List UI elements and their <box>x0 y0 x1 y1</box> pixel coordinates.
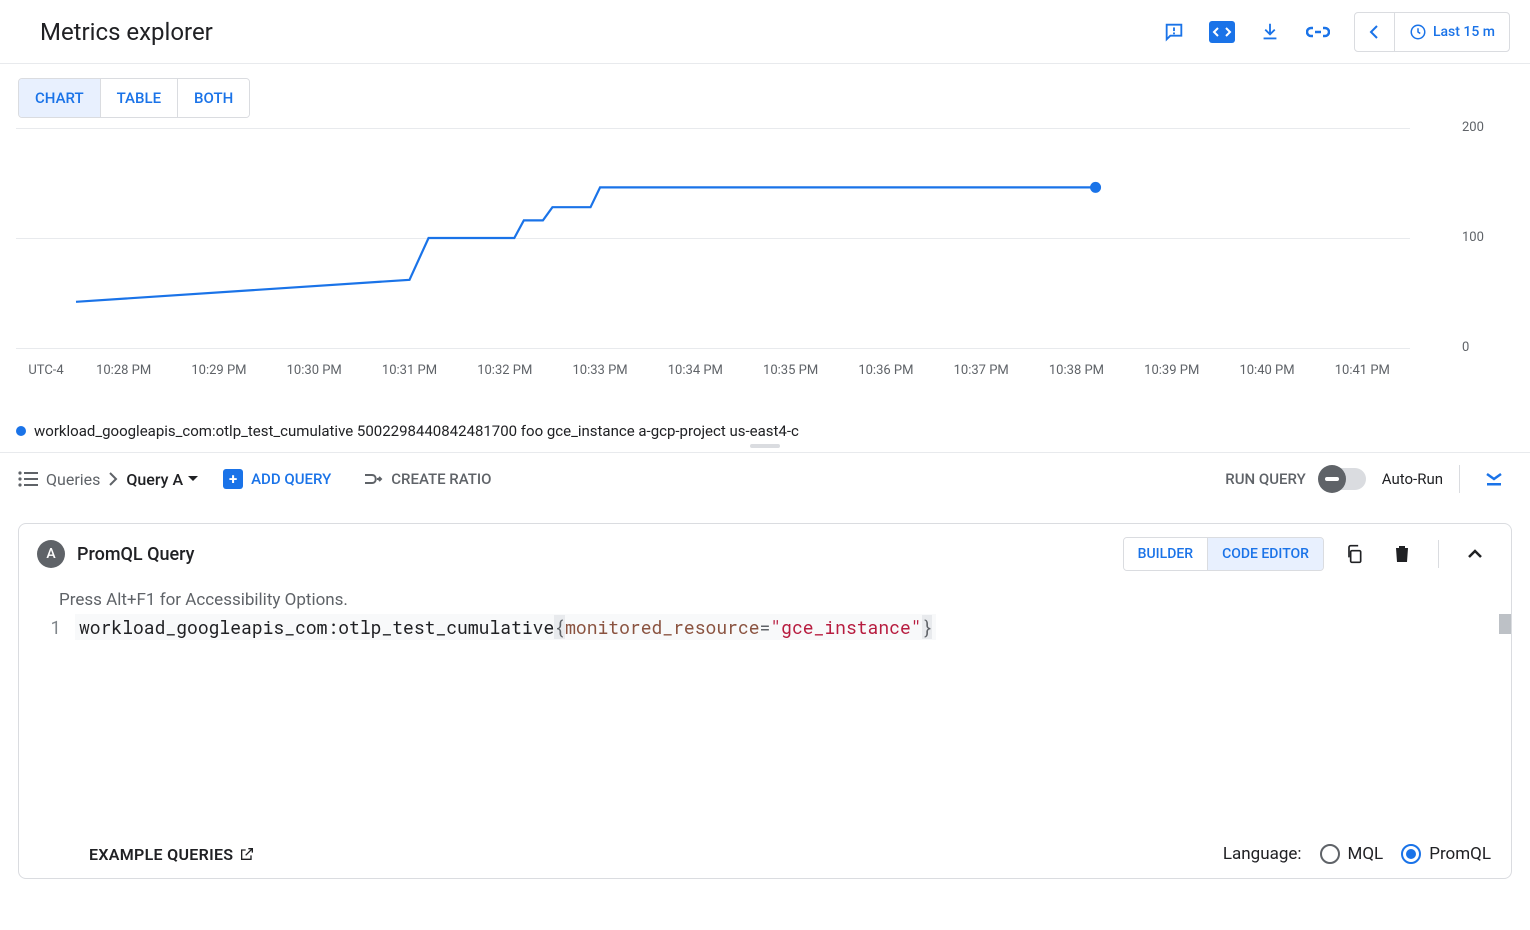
view-tab-both[interactable]: BOTH <box>178 79 249 117</box>
radio-icon <box>1320 844 1340 864</box>
time-range-picker: Last 15 m <box>1354 12 1510 52</box>
editor-mode-tabs: BUILDER CODE EDITOR <box>1123 537 1324 571</box>
editor-mode-builder[interactable]: BUILDER <box>1124 538 1208 570</box>
toggle-knob-icon <box>1318 465 1346 493</box>
chart-ytick: 200 <box>1462 120 1484 135</box>
query-breadcrumb: Queries Query A <box>18 470 199 489</box>
time-range-prev-button[interactable] <box>1355 13 1395 51</box>
link-icon[interactable] <box>1294 12 1342 52</box>
radio-icon <box>1401 844 1421 864</box>
copy-button[interactable] <box>1336 536 1372 572</box>
collapse-panel-button[interactable] <box>1457 536 1493 572</box>
add-query-button[interactable]: + ADD QUERY <box>215 463 339 495</box>
chart-plot-area[interactable]: 0100200UTC-410:28 PM10:29 PM10:30 PM10:3… <box>16 118 1410 378</box>
language-option-mql[interactable]: MQL <box>1320 844 1384 864</box>
legend-series-label: workload_googleapis_com:otlp_test_cumula… <box>34 422 799 440</box>
breadcrumb-root[interactable]: Queries <box>46 470 100 489</box>
editor-content[interactable]: workload_googleapis_com:otlp_test_cumula… <box>75 614 1511 640</box>
breadcrumb-current-dropdown[interactable]: Query A <box>126 470 199 489</box>
feedback-icon[interactable] <box>1150 12 1198 52</box>
query-panel-footer: EXAMPLE QUERIES Language: MQL PromQL <box>19 830 1511 878</box>
language-selector: Language: MQL PromQL <box>1223 844 1491 864</box>
code-token-metric: workload_googleapis_com:otlp_test_cumula… <box>79 615 554 639</box>
code-token-equals: = <box>760 615 771 639</box>
clock-icon <box>1409 23 1427 41</box>
view-tab-table[interactable]: TABLE <box>101 79 178 117</box>
page-header: Metrics explorer Last 15 m <box>0 0 1530 64</box>
chart: 0100200UTC-410:28 PM10:29 PM10:30 PM10:3… <box>0 118 1530 418</box>
code-token-label-value: "gce_instance" <box>770 615 921 639</box>
query-toolbar: Queries Query A + ADD QUERY CREATE RATIO… <box>0 453 1530 505</box>
chevron-right-icon <box>108 472 118 486</box>
chart-view-tabs: CHART TABLE BOTH <box>18 78 250 118</box>
header-actions: Last 15 m <box>1150 12 1510 52</box>
auto-run-label: Auto-Run <box>1382 470 1443 488</box>
open-in-new-icon <box>239 846 255 862</box>
language-option-promql-label: PromQL <box>1429 844 1491 864</box>
create-ratio-label: CREATE RATIO <box>391 470 491 488</box>
chart-series-end-point <box>1090 182 1101 193</box>
chart-series-line <box>16 118 1410 378</box>
language-option-mql-label: MQL <box>1348 844 1384 864</box>
time-range-label: Last 15 m <box>1433 24 1495 40</box>
add-query-label: ADD QUERY <box>251 470 331 488</box>
language-option-promql[interactable]: PromQL <box>1401 844 1491 864</box>
delete-button[interactable] <box>1384 536 1420 572</box>
page-title: Metrics explorer <box>40 18 1150 46</box>
collapse-all-button[interactable] <box>1476 461 1512 497</box>
chart-ytick: 100 <box>1462 230 1484 245</box>
editor-accessibility-hint: Press Alt+F1 for Accessibility Options. <box>19 584 1511 614</box>
language-label: Language: <box>1223 844 1302 864</box>
code-icon[interactable] <box>1198 12 1246 52</box>
editor-minimap-indicator <box>1499 614 1511 634</box>
chart-legend: workload_googleapis_com:otlp_test_cumula… <box>0 418 1530 440</box>
view-tab-chart[interactable]: CHART <box>19 79 101 117</box>
query-panel-title: PromQL Query <box>77 544 1111 565</box>
download-icon[interactable] <box>1246 12 1294 52</box>
caret-down-icon <box>187 475 199 483</box>
editor-gutter: 1 <box>19 614 75 640</box>
run-query-button[interactable]: RUN QUERY <box>1225 470 1306 488</box>
code-token-label-key: monitored_resource <box>565 615 759 639</box>
time-range-button[interactable]: Last 15 m <box>1395 23 1509 41</box>
code-token-close-brace: } <box>922 615 933 639</box>
pane-resize-handle[interactable] <box>0 440 1530 453</box>
breadcrumb-current-label: Query A <box>126 470 183 489</box>
query-badge: A <box>37 540 65 568</box>
divider <box>1459 465 1460 493</box>
editor-mode-code-editor[interactable]: CODE EDITOR <box>1208 538 1323 570</box>
query-panel: A PromQL Query BUILDER CODE EDITOR Press… <box>18 523 1512 879</box>
legend-swatch-icon <box>16 426 26 436</box>
auto-run-toggle[interactable] <box>1322 468 1366 490</box>
code-editor[interactable]: 1 workload_googleapis_com:otlp_test_cumu… <box>19 614 1511 640</box>
code-token-open-brace: { <box>554 615 565 639</box>
example-queries-link[interactable]: EXAMPLE QUERIES <box>89 845 255 864</box>
divider <box>1438 540 1439 568</box>
merge-icon <box>363 471 383 487</box>
list-icon <box>18 471 38 487</box>
create-ratio-button[interactable]: CREATE RATIO <box>355 464 499 494</box>
example-queries-label: EXAMPLE QUERIES <box>89 845 233 864</box>
plus-icon: + <box>223 469 243 489</box>
query-panel-header: A PromQL Query BUILDER CODE EDITOR <box>19 524 1511 584</box>
chart-ytick: 0 <box>1462 340 1469 355</box>
chart-view-tabs-row: CHART TABLE BOTH <box>0 64 1530 118</box>
